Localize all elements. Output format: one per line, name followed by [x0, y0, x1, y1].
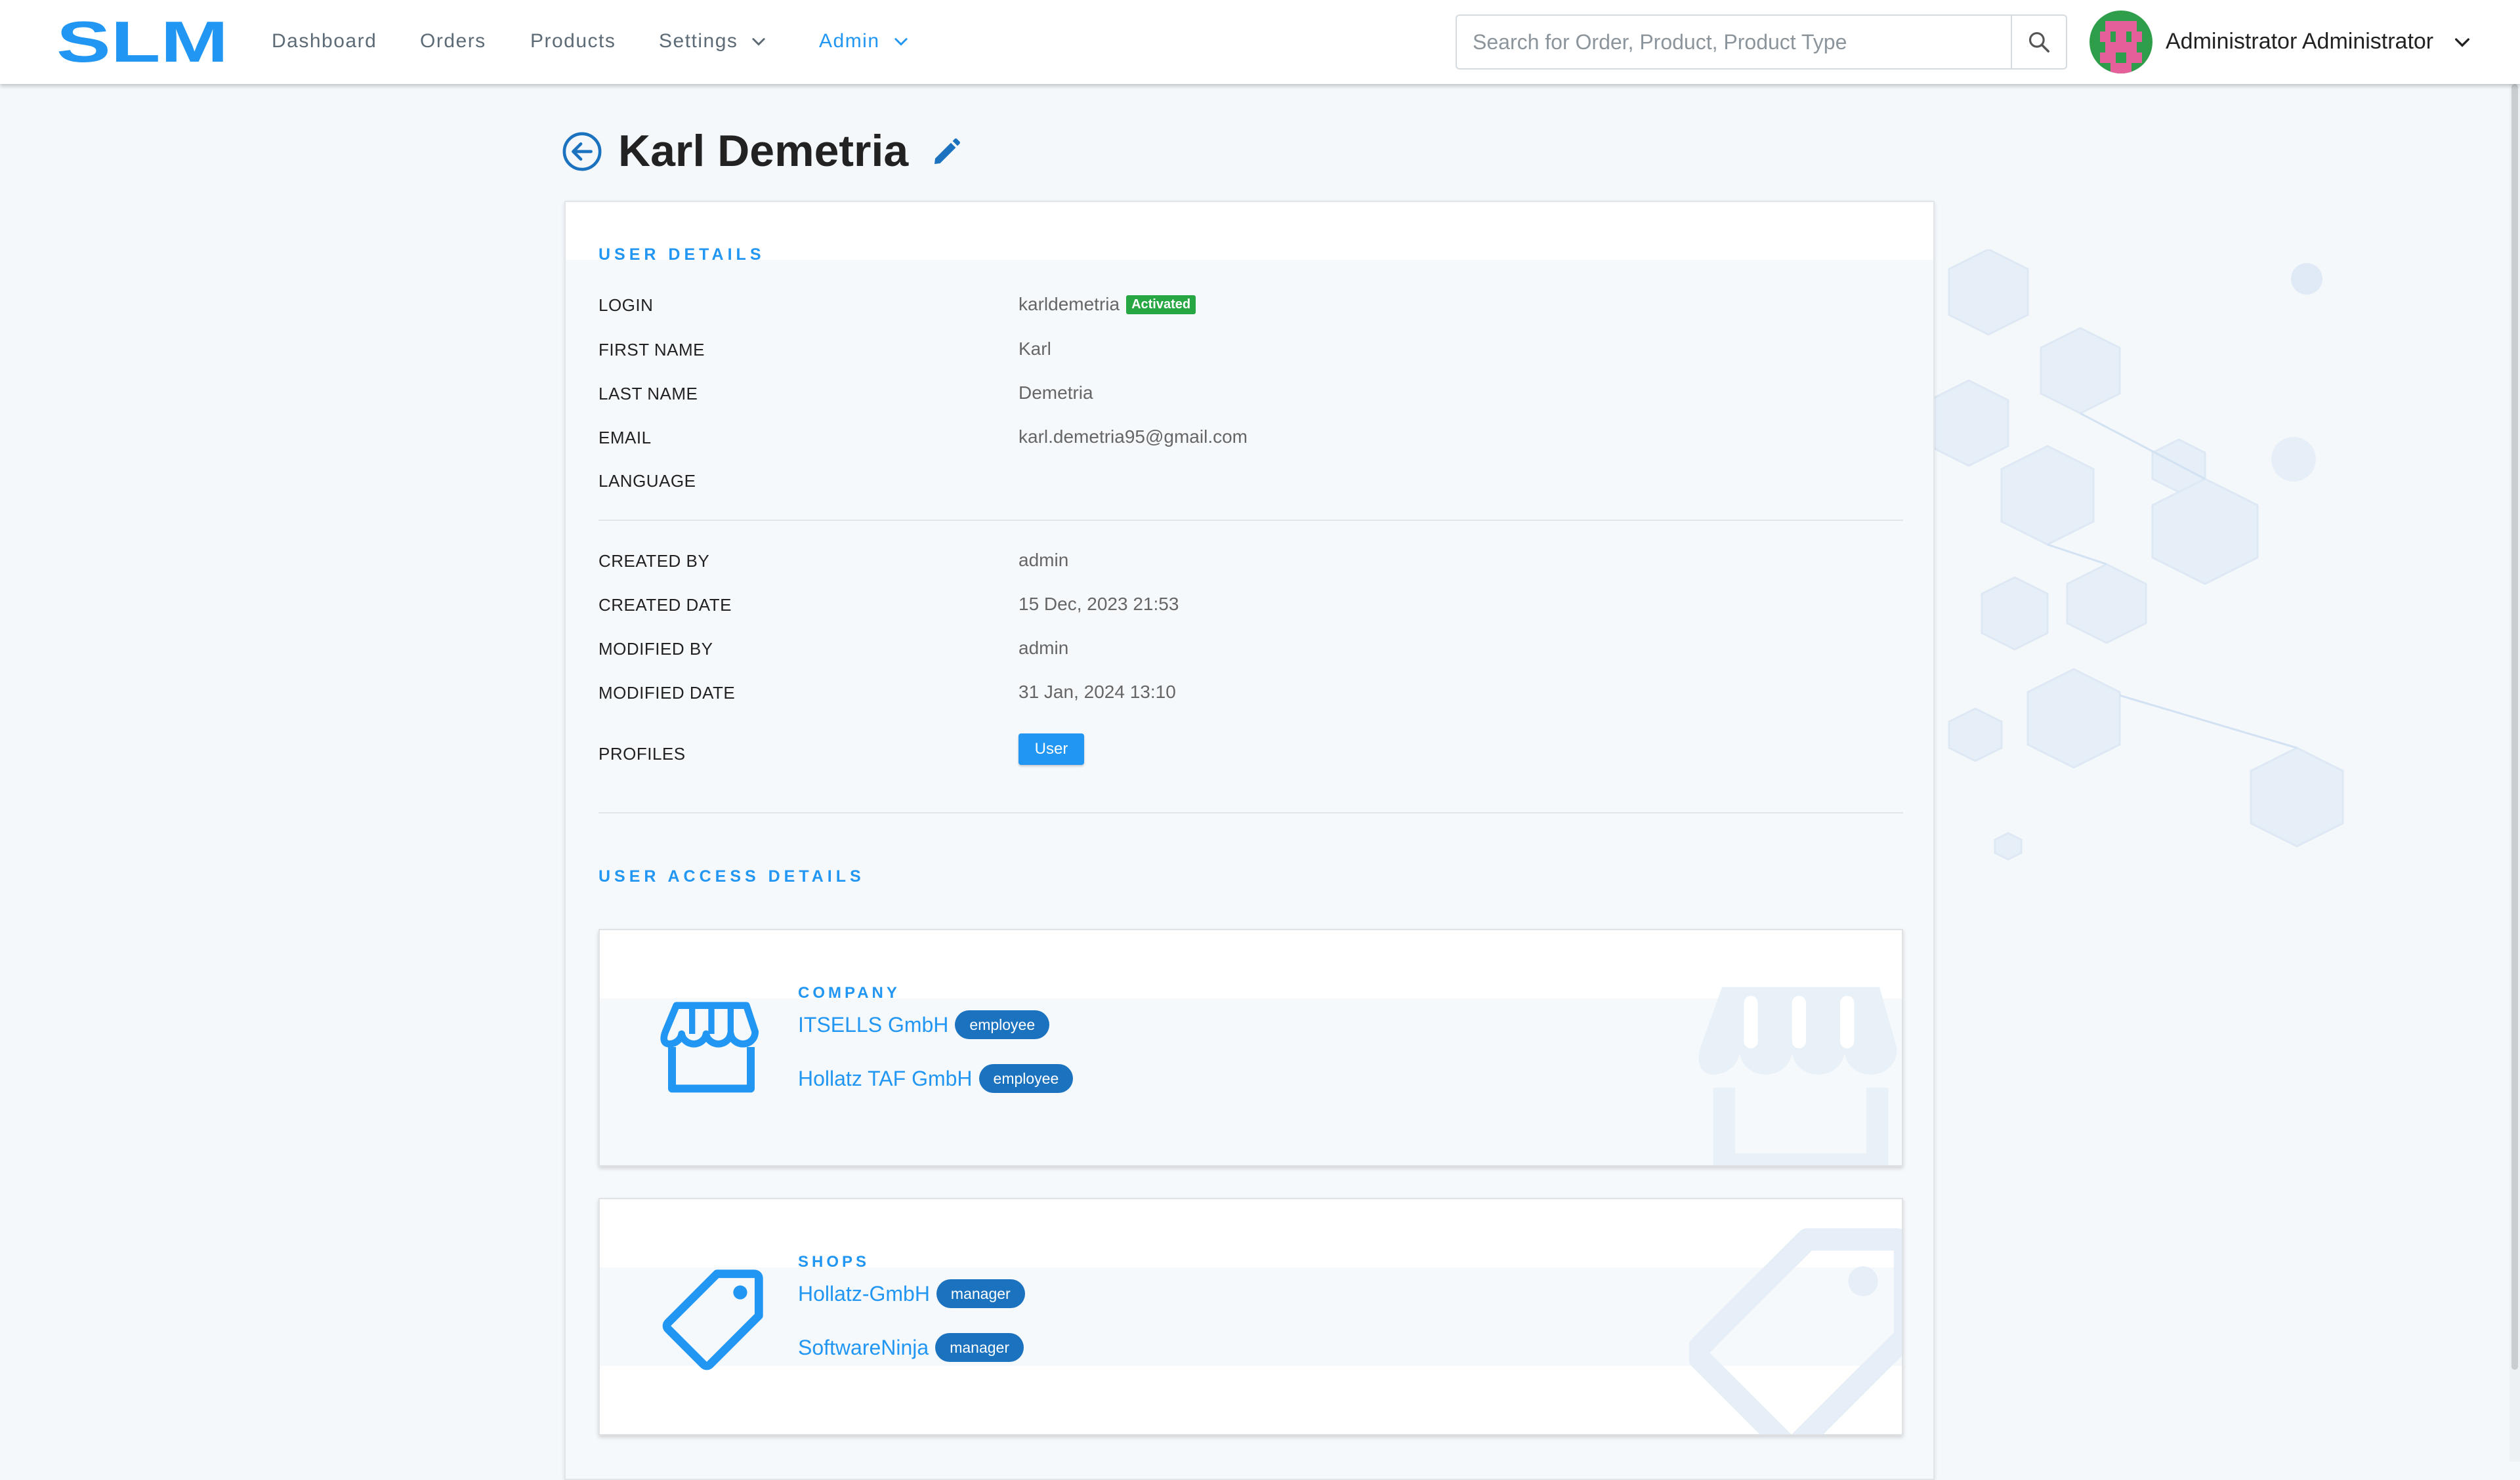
email-label: EMAIL: [598, 428, 652, 447]
nav-products-label: Products: [530, 30, 616, 52]
store-watermark-icon: [1698, 987, 1897, 1165]
company-entry: ITSELLS GmbH employee: [798, 1010, 1050, 1039]
svg-text:SLM: SLM: [56, 16, 228, 68]
back-arrow-icon[interactable]: [562, 131, 602, 172]
user-details-heading: USER DETAILS: [598, 245, 765, 264]
created-date-value: 15 Dec, 2023 21:53: [1018, 594, 1179, 614]
avatar[interactable]: [2090, 10, 2152, 73]
status-badge: Activated: [1126, 295, 1196, 314]
search-button[interactable]: [2011, 16, 2066, 68]
nav-orders[interactable]: Orders: [420, 30, 486, 52]
company-link[interactable]: ITSELLS GmbH: [798, 1013, 948, 1037]
search-box: [1456, 14, 2067, 70]
company-link[interactable]: Hollatz TAF GmbH: [798, 1067, 973, 1091]
top-navbar: SLM Dashboard Orders Products Settings A…: [0, 0, 2520, 84]
created-by-label: CREATED BY: [598, 551, 710, 571]
slm-logo[interactable]: SLM: [56, 16, 232, 68]
nav-dashboard[interactable]: Dashboard: [272, 30, 377, 52]
tag-watermark-icon: [1689, 1228, 1902, 1434]
modified-date-value: 31 Jan, 2024 13:10: [1018, 682, 1176, 702]
modified-by-label: MODIFIED BY: [598, 639, 713, 659]
store-icon: [660, 1002, 759, 1093]
nav-dashboard-label: Dashboard: [272, 30, 377, 52]
edit-pencil-icon[interactable]: [931, 136, 962, 168]
tag-icon: [662, 1269, 763, 1370]
login-value: karldemetria: [1018, 294, 1120, 314]
shops-heading: SHOPS: [798, 1253, 870, 1271]
scrollbar-thumb[interactable]: [2511, 84, 2518, 1370]
company-heading: COMPANY: [798, 984, 900, 1002]
role-badge: manager: [935, 1333, 1024, 1362]
shop-entry: SoftwareNinja manager: [798, 1333, 1024, 1362]
profile-badge-user[interactable]: User: [1018, 733, 1084, 765]
created-date-label: CREATED DATE: [598, 595, 732, 615]
nav-orders-label: Orders: [420, 30, 486, 52]
nav-settings[interactable]: Settings: [659, 30, 768, 52]
user-name-label: Administrator Administrator: [2166, 29, 2434, 54]
page-scrollbar[interactable]: [2510, 84, 2520, 1462]
login-label: LOGIN: [598, 295, 654, 315]
page-title: Karl Demetria: [618, 126, 909, 176]
search-input[interactable]: [1457, 16, 2006, 68]
nav-settings-label: Settings: [659, 30, 738, 52]
user-access-heading: USER ACCESS DETAILS: [598, 867, 865, 886]
shops-access-box: SHOPS Hollatz-GmbH manager SoftwareNinja…: [598, 1198, 1903, 1435]
chevron-down-icon: [752, 38, 766, 46]
company-access-box: COMPANY ITSELLS GmbH employee Hollatz TA…: [598, 929, 1903, 1166]
email-value: karl.demetria95@gmail.com: [1018, 426, 1248, 447]
chevron-down-icon: [2455, 37, 2470, 47]
chevron-down-icon: [894, 38, 908, 46]
login-value-group: karldemetria Activated: [1018, 294, 1196, 315]
language-label: LANGUAGE: [598, 471, 696, 491]
user-menu[interactable]: Administrator Administrator: [2166, 29, 2473, 54]
first-name-value: Karl: [1018, 339, 1051, 359]
profiles-label: PROFILES: [598, 744, 686, 764]
nav-admin[interactable]: Admin: [819, 30, 910, 52]
hexagon-background-decoration: [1929, 249, 2344, 861]
modified-by-value: admin: [1018, 638, 1069, 658]
role-badge: employee: [978, 1064, 1074, 1093]
company-entry: Hollatz TAF GmbH employee: [798, 1064, 1074, 1093]
created-by-value: admin: [1018, 550, 1069, 570]
shop-entry: Hollatz-GmbH manager: [798, 1279, 1025, 1308]
first-name-label: FIRST NAME: [598, 340, 705, 360]
user-details-card: USER DETAILS LOGIN karldemetria Activate…: [564, 201, 1935, 1480]
nav-admin-label: Admin: [819, 30, 880, 52]
last-name-label: LAST NAME: [598, 384, 698, 403]
search-icon: [2028, 31, 2049, 52]
divider: [598, 520, 1903, 521]
last-name-value: Demetria: [1018, 382, 1093, 403]
role-badge: employee: [955, 1010, 1050, 1039]
role-badge: manager: [936, 1279, 1025, 1308]
shop-link[interactable]: SoftwareNinja: [798, 1336, 929, 1360]
modified-date-label: MODIFIED DATE: [598, 683, 736, 703]
nav-products[interactable]: Products: [530, 30, 616, 52]
shop-link[interactable]: Hollatz-GmbH: [798, 1282, 930, 1306]
divider: [598, 812, 1903, 813]
